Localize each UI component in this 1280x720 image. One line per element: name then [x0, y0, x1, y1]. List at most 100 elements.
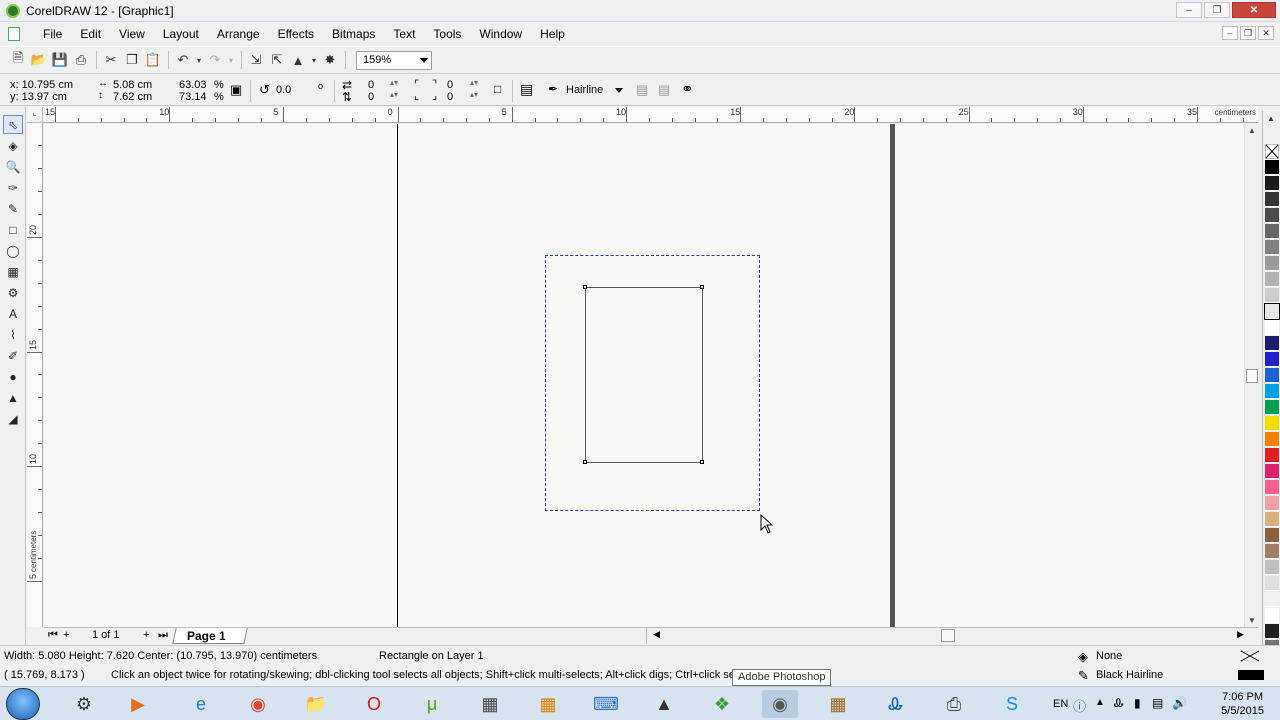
convert-to-curves-icon[interactable]: ⚭: [681, 80, 694, 98]
fill-tool-icon[interactable]: ▲: [3, 388, 23, 407]
application-launcher-icon[interactable]: ▲: [288, 50, 308, 70]
color-swatch[interactable]: [1265, 224, 1279, 239]
color-swatch[interactable]: [1265, 544, 1279, 559]
doc-close-button[interactable]: ✕: [1258, 26, 1274, 40]
lock-ratio-icon[interactable]: ▣: [230, 82, 242, 98]
to-back-icon[interactable]: ▤: [658, 82, 670, 98]
printer-app-icon[interactable]: ⎙: [936, 690, 972, 718]
color-swatch[interactable]: [1265, 464, 1279, 479]
graph-paper-tool-icon[interactable]: ▦: [3, 262, 23, 281]
color-swatch[interactable]: [1265, 624, 1279, 639]
text-tool-icon[interactable]: A: [3, 304, 23, 323]
color-swatch[interactable]: [1265, 176, 1279, 191]
color-swatch[interactable]: [1265, 592, 1279, 607]
vertical-ruler[interactable]: centimeters 20 15 10 5: [27, 123, 43, 627]
color-swatch[interactable]: [1265, 192, 1279, 207]
freehand-tool-icon[interactable]: ✑: [3, 178, 23, 197]
language-indicator[interactable]: EN: [1053, 698, 1068, 710]
doc-minimize-button[interactable]: –: [1222, 26, 1238, 40]
color-swatch[interactable]: [1265, 272, 1279, 287]
print-icon[interactable]: ⎙: [71, 50, 91, 70]
library-app-icon[interactable]: ▦: [820, 690, 856, 718]
add-page-before-icon[interactable]: +: [63, 629, 69, 641]
zoom-tool-icon[interactable]: 🔍: [3, 157, 23, 176]
media-player-icon[interactable]: ▶: [120, 690, 156, 718]
corner-top-left-field[interactable]: 0: [368, 79, 374, 91]
drawing-canvas[interactable]: [44, 124, 1244, 627]
power-tray-icon[interactable]: ▮: [1134, 696, 1141, 710]
calculator-app-icon[interactable]: ▦: [472, 690, 508, 718]
round-corners-lock-icon[interactable]: □: [494, 82, 501, 96]
scrollbar-thumb[interactable]: [1246, 369, 1258, 383]
smart-fill-tool-icon[interactable]: ✎: [3, 199, 23, 218]
maximize-button[interactable]: ❐: [1204, 2, 1230, 18]
search-app-icon[interactable]: ⚙: [66, 690, 102, 718]
scroll-down-icon[interactable]: ▼: [1248, 616, 1256, 625]
ruler-origin[interactable]: ⌞: [27, 107, 43, 123]
spin-icon[interactable]: ▴▾: [470, 90, 478, 99]
utorrent-icon[interactable]: μ: [414, 690, 450, 718]
system-clock[interactable]: 7:06 PM 5/5/2015: [1221, 690, 1264, 718]
horizontal-scrollbar[interactable]: ◀ ▶: [646, 628, 1246, 644]
menu-layout[interactable]: Layout: [154, 27, 208, 41]
palette-scroll-up-icon[interactable]: ▲: [1267, 114, 1275, 123]
basic-shapes-tool-icon[interactable]: ⚙: [3, 283, 23, 302]
corner-bottom-right-field[interactable]: 0: [447, 91, 453, 103]
undo-icon[interactable]: ↶: [173, 50, 193, 70]
height-field[interactable]: 7.62 cm: [113, 91, 152, 103]
color-swatch[interactable]: [1264, 303, 1280, 320]
node-handle[interactable]: [583, 460, 587, 464]
color-swatch[interactable]: [1265, 208, 1279, 223]
help-tray-icon[interactable]: ⓘ: [1073, 696, 1086, 715]
add-page-after-icon[interactable]: +: [143, 629, 149, 641]
cut-icon[interactable]: ✂: [101, 50, 121, 70]
opera-icon[interactable]: O: [356, 690, 392, 718]
keyboard-app-icon[interactable]: ⌨: [588, 690, 624, 718]
skype-icon[interactable]: S: [994, 690, 1030, 718]
internet-explorer-icon[interactable]: e: [183, 690, 219, 718]
first-page-icon[interactable]: ⏮: [48, 629, 58, 642]
redo-icon[interactable]: ↷: [205, 50, 225, 70]
no-color-swatch-icon[interactable]: [1265, 144, 1279, 159]
redo-dropdown-icon[interactable]: ▾: [226, 50, 236, 70]
doc-restore-button[interactable]: ❐: [1240, 26, 1256, 40]
pick-tool-icon[interactable]: ⬁: [3, 115, 23, 134]
new-document-icon[interactable]: 🗎: [8, 50, 28, 70]
open-icon[interactable]: 📂: [29, 50, 49, 70]
wrap-text-icon[interactable]: ▤: [520, 81, 533, 98]
corner-top-right-field[interactable]: 0: [447, 79, 453, 91]
color-swatch[interactable]: [1265, 416, 1279, 431]
launcher-dropdown-icon[interactable]: ▾: [309, 50, 319, 70]
color-swatch[interactable]: [1265, 496, 1279, 511]
outline-tool-icon[interactable]: ●: [3, 367, 23, 386]
rectangle-object[interactable]: [585, 287, 703, 463]
shape-tool-icon[interactable]: ◈: [3, 136, 23, 155]
copy-icon[interactable]: ❐: [122, 50, 142, 70]
inpage-icon[interactable]: ▦: [530, 690, 566, 718]
spin-icon[interactable]: ▴▾: [390, 78, 398, 87]
menu-effects[interactable]: Effects: [269, 27, 323, 41]
menu-window[interactable]: Window: [470, 27, 531, 41]
scroll-right-icon[interactable]: ▶: [1237, 629, 1244, 640]
color-swatch[interactable]: [1265, 384, 1279, 399]
menu-file[interactable]: File: [34, 27, 71, 41]
outline-color-swatch[interactable]: [1238, 670, 1264, 680]
paste-icon[interactable]: 📋: [143, 50, 163, 70]
color-swatch[interactable]: [1265, 352, 1279, 367]
color-swatch[interactable]: [1265, 448, 1279, 463]
scrollbar-thumb[interactable]: [941, 629, 955, 642]
menu-tools[interactable]: Tools: [424, 27, 470, 41]
y-position-field[interactable]: y: 13.97 cm: [10, 91, 67, 103]
color-swatch[interactable]: [1265, 528, 1279, 543]
show-hidden-icons[interactable]: ▲: [1095, 697, 1105, 708]
color-swatch[interactable]: [1265, 480, 1279, 495]
outline-width-select[interactable]: Hairline: [560, 81, 628, 99]
page-tab-label[interactable]: Page 1: [187, 629, 226, 643]
menu-text[interactable]: Text: [384, 27, 424, 41]
rotation-field[interactable]: 0.0: [276, 84, 291, 96]
spin-icon[interactable]: ▴▾: [470, 78, 478, 87]
menu-help[interactable]: Help: [531, 27, 574, 41]
corner-bottom-left-field[interactable]: 0: [368, 91, 374, 103]
bluetooth-tray-icon[interactable]: Ꮂ: [1114, 696, 1124, 711]
color-swatch[interactable]: [1265, 368, 1279, 383]
